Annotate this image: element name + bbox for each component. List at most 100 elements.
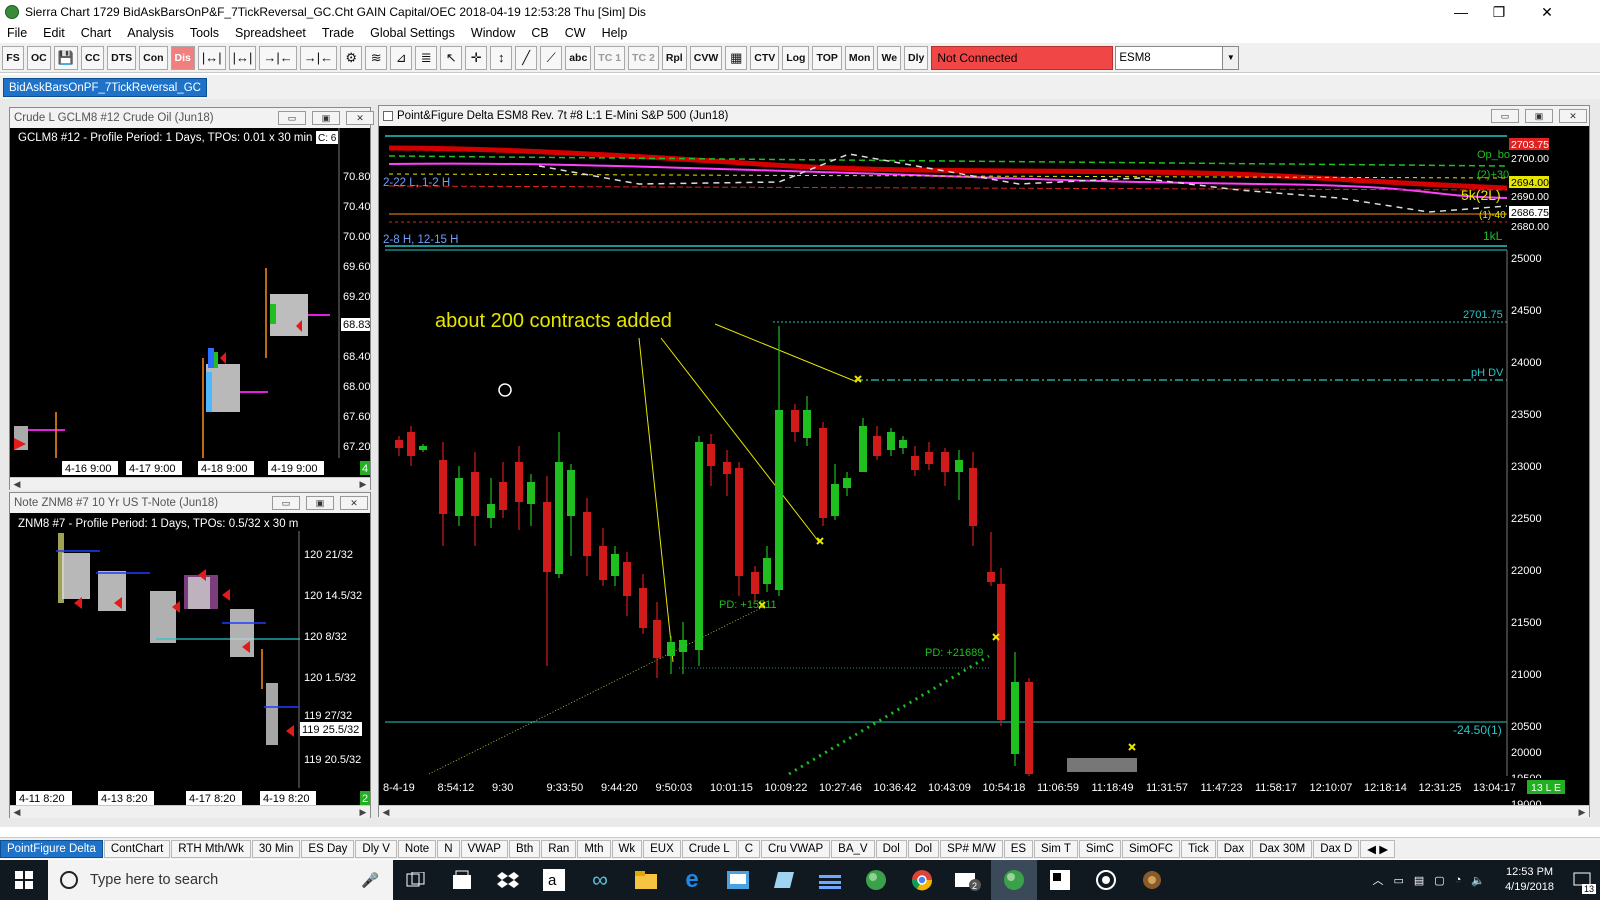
menu-help[interactable]: Help [602, 26, 628, 40]
sierra-chart-taskbar-icon[interactable] [991, 860, 1037, 900]
chart-tab[interactable]: ContChart [103, 839, 171, 858]
notes-app-icon[interactable] [761, 860, 807, 900]
menu-file[interactable]: File [7, 26, 27, 40]
chart-tab[interactable]: Bth [508, 839, 541, 858]
chart-tab[interactable]: Ran [541, 839, 577, 858]
menu-spreadsheet[interactable]: Spreadsheet [235, 26, 306, 40]
dts-button[interactable]: DTS [107, 45, 137, 70]
dropbox-icon[interactable] [485, 860, 531, 900]
record-app-icon[interactable] [1083, 860, 1129, 900]
snip-tool-icon[interactable] [1037, 860, 1083, 900]
mon-button[interactable]: Mon [844, 45, 875, 70]
maximize-button[interactable]: ❐ [1476, 0, 1522, 24]
chart-tab[interactable]: Cru VWAP [761, 839, 831, 858]
dly-button[interactable]: Dly [904, 45, 929, 70]
chart-tab[interactable]: SP# M/W [940, 839, 1003, 858]
tc2-button[interactable]: TC 2 [628, 45, 659, 70]
save-icon[interactable]: 💾 [53, 45, 78, 70]
chart-tab[interactable]: PointFigure Delta [0, 839, 103, 858]
scroll-left-icon[interactable]: ◀ [379, 806, 393, 818]
chart-tab[interactable]: Sim T [1034, 839, 1078, 858]
cvw-button[interactable]: CVW [689, 45, 723, 70]
line-tool-icon[interactable]: ╱ [515, 45, 538, 70]
menu-global-settings[interactable]: Global Settings [370, 26, 455, 40]
close-icon[interactable]: ✕ [1559, 109, 1587, 123]
wifi-icon[interactable]: ◔ [1455, 874, 1462, 886]
chart-tab[interactable]: VWAP [460, 839, 508, 858]
pointer-icon[interactable]: ↖ [440, 45, 463, 70]
chart-tab[interactable]: Note [397, 839, 437, 858]
chart-tab[interactable]: N [437, 839, 460, 858]
chart-tab[interactable]: SimOFC [1121, 839, 1181, 858]
maximize-icon[interactable]: ▣ [312, 111, 340, 125]
chart-tab[interactable]: ES Day [301, 839, 355, 858]
oc-button[interactable]: OC [27, 45, 51, 70]
menu-cw[interactable]: CW [565, 26, 586, 40]
tray-chevron-icon[interactable]: ︿ [1372, 872, 1383, 888]
store-icon[interactable] [439, 860, 485, 900]
action-center-icon[interactable]: 13 [1564, 860, 1600, 900]
crude-oil-chart-window[interactable]: Crude L GCLM8 #12 Crude Oil (Jun18) ▭ ▣ … [9, 107, 374, 490]
compress-tool-icon[interactable]: →|← [259, 45, 297, 70]
minimize-icon[interactable]: ▭ [272, 496, 300, 510]
ctv-button[interactable]: CTV [750, 45, 780, 70]
crude-profile-chart[interactable]: GCLM8 #12 - Profile Period: 1 Days, TPOs… [10, 128, 370, 478]
speaker-icon[interactable]: 🔈 [1471, 874, 1485, 887]
close-icon[interactable]: ✕ [340, 496, 368, 510]
chart-tab[interactable]: ES [1003, 839, 1034, 858]
menu-chart[interactable]: Chart [81, 26, 112, 40]
chart-tab[interactable]: Dol [907, 839, 940, 858]
crosshair-icon[interactable]: ✛ [465, 45, 488, 70]
chart-tab[interactable]: BA_V [831, 839, 875, 858]
menu-tools[interactable]: Tools [190, 26, 219, 40]
drawing-icon[interactable]: ⊿ [390, 45, 413, 70]
globe-app-icon[interactable] [853, 860, 899, 900]
chart-tab[interactable]: 30 Min [251, 839, 301, 858]
battery-icon[interactable]: ▭ [1393, 874, 1403, 887]
close-icon[interactable]: ✕ [346, 111, 374, 125]
minimize-icon[interactable]: ▭ [278, 111, 306, 125]
tc1-button[interactable]: TC 1 [594, 45, 626, 70]
scroll-left-icon[interactable]: ◀ [10, 478, 24, 490]
task-view-icon[interactable] [393, 860, 439, 900]
log-button[interactable]: Log [782, 45, 810, 70]
infinity-app-icon[interactable]: ∞ [577, 860, 623, 900]
trade-window-icon[interactable]: ▦ [725, 45, 748, 70]
note-scrollbar[interactable]: ◀ ▶ [10, 805, 370, 818]
point-figure-delta-chart[interactable]: 2-22 L, 1-2 H 2-8 H, 12-15 H 5k(2L) (2)+… [379, 126, 1589, 806]
menu-window[interactable]: Window [471, 26, 515, 40]
chart-tab[interactable]: Dax [1216, 839, 1252, 858]
minimize-icon[interactable]: ▭ [1491, 109, 1519, 123]
maximize-icon[interactable]: ▣ [306, 496, 334, 510]
chart-tab[interactable]: C [737, 839, 760, 858]
chart-tab[interactable]: Wk [611, 839, 643, 858]
symbol-select[interactable]: ESM8 [1115, 45, 1224, 70]
point-figure-delta-window[interactable]: Point&Figure Delta ESM8 Rev. 7t #8 L:1 E… [378, 105, 1590, 818]
expand-tool-icon[interactable]: |↔| [228, 45, 257, 70]
network-icon[interactable]: ▤ [1414, 874, 1424, 887]
microphone-icon[interactable]: 🎤 [361, 872, 379, 889]
chart-app-icon[interactable] [807, 860, 853, 900]
chart-tab[interactable]: Dax 30M [1252, 839, 1313, 858]
chrome-icon[interactable] [899, 860, 945, 900]
maximize-icon[interactable]: ▣ [1525, 109, 1553, 123]
chart-tab[interactable]: Crude L [681, 839, 737, 858]
menu-trade[interactable]: Trade [322, 26, 354, 40]
chart-tab[interactable]: RTH Mth/Wk [171, 839, 251, 858]
chevron-down-icon[interactable]: ▼ [1223, 45, 1240, 70]
replay-button[interactable]: Rpl [661, 45, 687, 70]
menu-edit[interactable]: Edit [43, 26, 65, 40]
chartbook-tab[interactable]: BidAskBarsOnPF_7TickReversal_GC [3, 78, 207, 97]
scroll-left-icon[interactable]: ◀ [10, 806, 24, 818]
amazon-icon[interactable]: a [531, 860, 577, 900]
shift-tool-icon[interactable]: →|← [299, 45, 338, 70]
menu-cb[interactable]: CB [531, 26, 548, 40]
tnote-chart-window[interactable]: Note ZNM8 #7 10 Yr US T-Note (Jun18) ▭ ▣… [9, 492, 371, 818]
misc-app-icon[interactable] [1129, 860, 1175, 900]
windows-start-icon[interactable] [0, 860, 48, 900]
chart-tab[interactable]: Mth [577, 839, 611, 858]
value-tool-icon[interactable]: ↕ [490, 45, 513, 70]
chart-tab[interactable]: Tick [1181, 839, 1216, 858]
chart-tab[interactable]: Dax D [1313, 839, 1360, 858]
chart-tab[interactable]: Dol [875, 839, 907, 858]
